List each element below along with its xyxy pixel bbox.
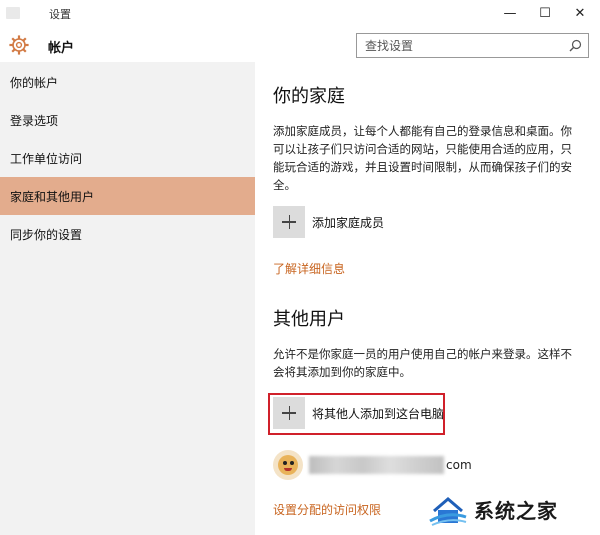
user-email-suffix: com [446, 458, 472, 472]
back-button[interactable] [6, 7, 20, 19]
sidebar-item-label: 家庭和其他用户 [10, 189, 95, 204]
family-description: 添加家庭成员，让每个人都能有自己的登录信息和桌面。你可以让孩子们只访问合适的网站… [273, 124, 572, 192]
title-bar: 设置 — ☐ ✕ [0, 0, 600, 28]
search-box[interactable] [356, 33, 589, 58]
assigned-access-link[interactable]: 设置分配的访问权限 [273, 501, 381, 518]
sidebar-item-label: 同步你的设置 [10, 227, 83, 242]
add-family-member-button[interactable]: 添加家庭成员 [273, 206, 384, 238]
minimize-button[interactable]: — [490, 0, 530, 26]
sidebar-item-label: 你的帐户 [10, 75, 59, 90]
gear-icon [9, 35, 29, 55]
sidebar-item-family-other-users[interactable]: 家庭和其他用户 [0, 177, 255, 215]
watermark: 系统之家 [428, 488, 600, 530]
search-input[interactable] [357, 34, 557, 57]
close-button[interactable]: ✕ [560, 0, 600, 26]
add-family-member-label: 添加家庭成员 [312, 215, 385, 230]
sidebar-item-label: 登录选项 [10, 113, 59, 128]
house-logo-icon [429, 497, 467, 526]
sidebar-item-your-account[interactable]: 你的帐户 [0, 63, 255, 101]
sidebar-item-sync-settings[interactable]: 同步你的设置 [0, 215, 255, 253]
other-users-description: 允许不是你家庭一员的用户使用自己的帐户来登录。这样不会将其添加到你的家庭中。 [273, 347, 572, 379]
avatar [273, 450, 303, 480]
search-icon[interactable] [569, 39, 582, 52]
main-content: 你的家庭 添加家庭成员，让每个人都能有自己的登录信息和桌面。你可以让孩子们只访问… [255, 62, 600, 535]
family-heading: 你的家庭 [273, 86, 345, 107]
window-title: 设置 [49, 8, 71, 21]
maximize-button[interactable]: ☐ [525, 0, 565, 26]
other-users-heading: 其他用户 [273, 309, 345, 330]
highlight-box [268, 393, 445, 435]
page-header: 帐户 [0, 28, 600, 62]
other-user-entry[interactable]: com [273, 450, 472, 480]
sidebar-item-work-access[interactable]: 工作单位访问 [0, 139, 255, 177]
page-title: 帐户 [48, 41, 75, 56]
sidebar-item-sign-in-options[interactable]: 登录选项 [0, 101, 255, 139]
sidebar: 你的帐户 登录选项 工作单位访问 家庭和其他用户 同步你的设置 [0, 62, 255, 535]
watermark-text: 系统之家 [474, 498, 558, 523]
learn-more-link[interactable]: 了解详细信息 [273, 260, 345, 277]
plus-icon [273, 206, 305, 238]
sidebar-item-label: 工作单位访问 [10, 151, 83, 166]
redacted-email [309, 456, 444, 474]
